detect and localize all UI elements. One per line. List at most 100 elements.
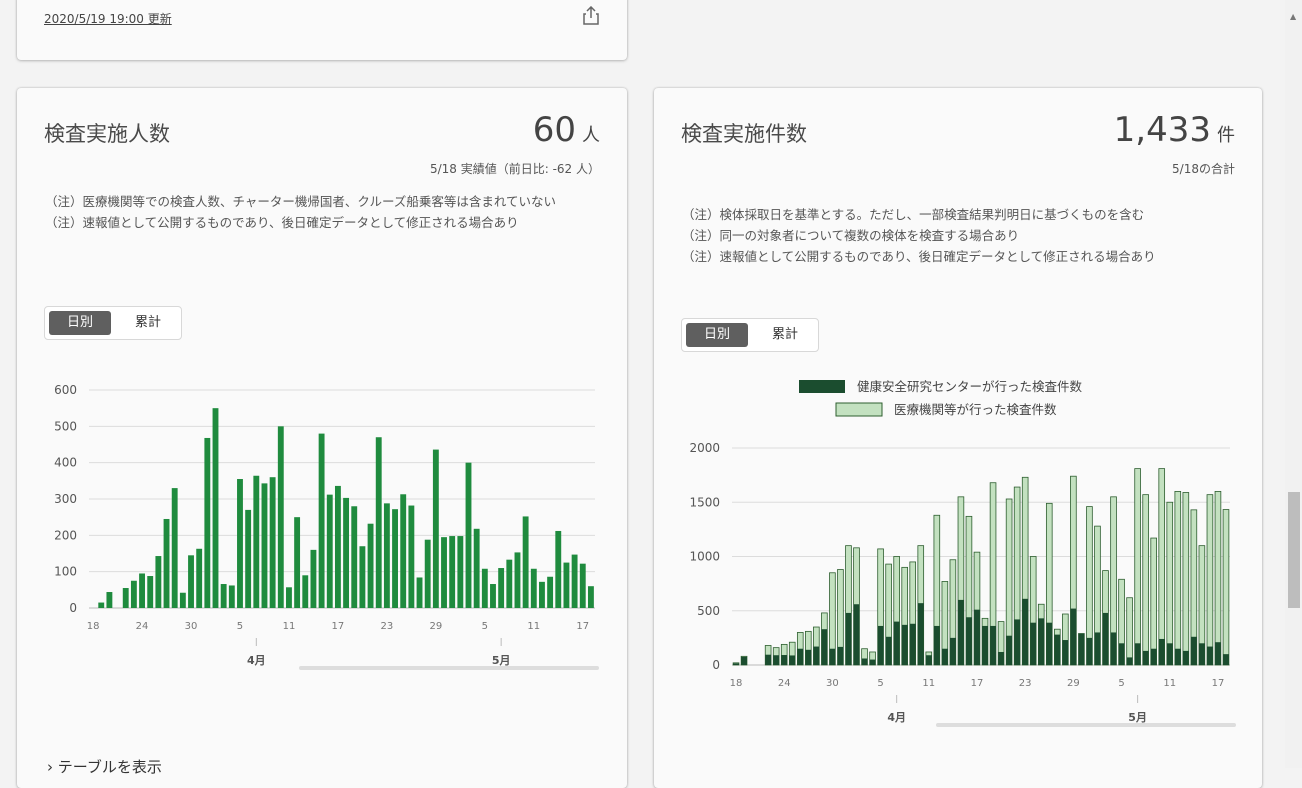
last-updated-link[interactable]: 2020/5/19 19:00 更新 — [44, 10, 172, 27]
bar-4/1 — [204, 437, 211, 608]
y-tick-label: 200 — [54, 528, 77, 542]
bar-center-5/9 — [1150, 648, 1157, 665]
bar-center-4/30 — [1078, 633, 1085, 665]
total-unit: 人 — [582, 125, 600, 146]
bar-4/4 — [228, 585, 235, 608]
bar-3/20 — [106, 592, 113, 608]
bar-center-5/11 — [1166, 643, 1173, 665]
bar-center-3/27 — [805, 649, 812, 665]
bar-center-4/1 — [845, 612, 852, 665]
x-tick-label: 5 — [1118, 678, 1124, 689]
bar-center-4/5 — [877, 625, 884, 665]
bar-medical-5/13 — [1182, 492, 1190, 666]
total-number: 60 — [532, 110, 576, 150]
y-tick-label: 0 — [69, 601, 77, 615]
notes: （注）検体採取日を基準とする。ただし、一部検査結果判明日に基づくものを含む （注… — [682, 204, 1234, 267]
bar-medical-5/12 — [1174, 491, 1182, 666]
bar-4/15 — [318, 433, 325, 608]
bar-center-5/17 — [1215, 642, 1221, 665]
x-tick-label: 29 — [429, 621, 442, 632]
bar-5/17 — [579, 563, 586, 608]
bar-4/7 — [253, 475, 260, 608]
y-tick-label: 0 — [712, 658, 720, 672]
bar-center-5/4 — [1110, 632, 1117, 665]
bar-center-3/19 — [741, 656, 747, 665]
bar-4/5 — [237, 479, 243, 608]
tests-conducted-card: 検査実施件数 1,433 件 5/18の合計 （注）検体採取日を基準とする。ただし… — [654, 88, 1262, 788]
bar-5/18 — [587, 586, 594, 608]
show-table-toggle[interactable]: › テーブルを表示 — [47, 756, 162, 777]
toggle-cumulative-button[interactable]: 累計 — [754, 323, 816, 347]
toggle-cumulative-button[interactable]: 累計 — [117, 311, 179, 335]
x-tick-label: 11 — [283, 621, 296, 632]
bar-4/13 — [302, 575, 309, 608]
x-tick-label: 24 — [136, 621, 149, 632]
bar-center-4/6 — [885, 636, 892, 665]
bar-4/21 — [367, 523, 374, 608]
bar-5/10 — [522, 516, 529, 608]
bar-center-4/18 — [982, 625, 988, 665]
bar-4/16 — [326, 494, 333, 608]
x-tick-label: 23 — [381, 621, 394, 632]
bar-4/17 — [334, 485, 341, 608]
legend-swatch-medical — [835, 402, 883, 417]
bar-5/13 — [547, 576, 554, 608]
bar-5/14 — [555, 530, 562, 608]
bar-center-4/8 — [901, 624, 908, 665]
x-tick-label: 11 — [527, 621, 540, 632]
bar-4/20 — [359, 546, 366, 608]
bar-center-4/24 — [1030, 622, 1037, 665]
horizontal-scrollbar — [936, 723, 1236, 727]
bar-5/3 — [465, 462, 472, 608]
bar-3/31 — [196, 548, 203, 608]
legend-label-medical: 医療機関等が行った検査件数 — [894, 402, 1057, 417]
total-value: 1,433 件 — [1114, 110, 1235, 150]
toggle-daily-button[interactable]: 日別 — [686, 323, 748, 347]
bar-center-3/29 — [821, 629, 828, 665]
bar-4/24 — [392, 509, 398, 608]
bar-4/23 — [383, 503, 390, 608]
bar-center-5/13 — [1182, 650, 1189, 665]
legend-label-center: 健康安全研究センターが行った検査件数 — [857, 379, 1083, 394]
bar-4/6 — [245, 509, 252, 608]
scrollbar-track[interactable] — [1285, 0, 1302, 768]
bar-3/27 — [163, 518, 170, 608]
bar-4/30 — [441, 537, 447, 608]
bar-center-4/21 — [1006, 635, 1013, 665]
scroll-up-arrow-icon[interactable]: ▲ — [1290, 12, 1296, 21]
bar-5/12 — [539, 581, 545, 608]
bar-center-3/31 — [837, 646, 844, 665]
show-table-label: テーブルを表示 — [57, 758, 162, 776]
bar-center-4/2 — [853, 604, 860, 665]
legend-swatch-center — [799, 380, 845, 393]
bar-4/18 — [343, 497, 350, 608]
y-tick-label: 500 — [54, 419, 77, 433]
bar-4/14 — [310, 549, 317, 608]
scrollbar-thumb[interactable] — [1288, 492, 1300, 608]
bar-center-5/7 — [1134, 643, 1141, 665]
bar-3/29 — [179, 592, 186, 608]
bar-5/16 — [571, 554, 578, 608]
bar-center-4/12 — [933, 625, 940, 665]
toggle-daily-button[interactable]: 日別 — [49, 311, 111, 335]
bar-4/29 — [432, 449, 439, 608]
notes: （注）医療機関等での検査人数、チャーター機帰国者、クルーズ船乗客等は含まれていな… — [45, 191, 597, 233]
note-item: （注）検体採取日を基準とする。ただし、一部検査結果判明日に基づくものを含む — [682, 207, 1145, 222]
x-tick-label: 18 — [730, 678, 743, 689]
x-tick-label: 11 — [922, 678, 935, 689]
bar-3/24 — [139, 573, 145, 608]
previous-card: 2020/5/19 19:00 更新 — [17, 0, 627, 60]
bar-5/2 — [457, 536, 464, 608]
bar-medical-5/7 — [1134, 468, 1141, 666]
share-icon[interactable] — [582, 6, 600, 26]
bar-center-5/14 — [1190, 636, 1197, 665]
bar-4/9 — [269, 477, 276, 608]
month-label: 5月 — [1128, 711, 1147, 724]
x-tick-label: 17 — [1212, 678, 1225, 689]
bar-center-5/10 — [1158, 638, 1165, 665]
bar-center-4/14 — [949, 637, 956, 665]
bar-5/6 — [490, 584, 496, 608]
card-title: 検査実施人数 — [44, 122, 170, 146]
bar-4/10 — [277, 426, 284, 608]
y-tick-label: 100 — [54, 565, 77, 579]
